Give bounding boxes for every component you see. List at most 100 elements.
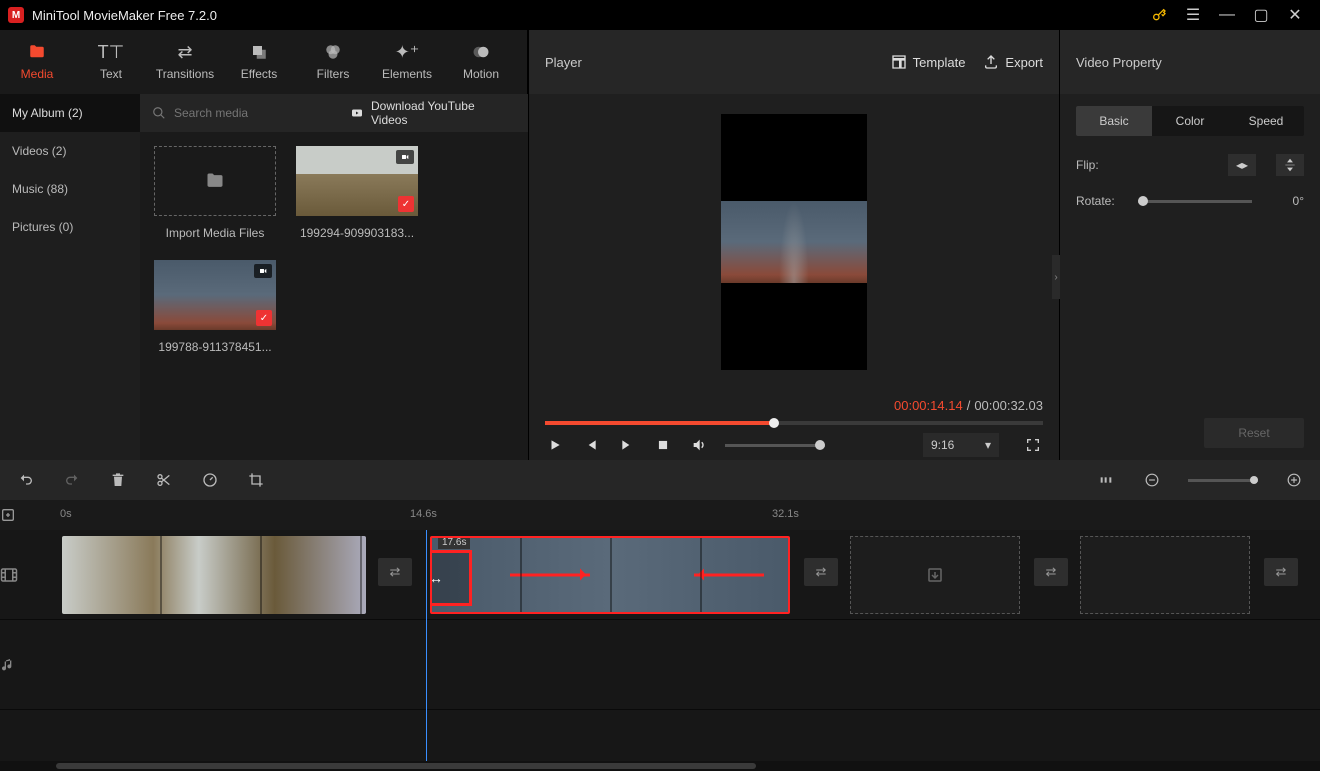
video-badge-icon [396,150,414,164]
player-viewport[interactable] [529,94,1059,390]
undo-button[interactable] [16,470,36,490]
property-header: Video Property [1060,30,1320,94]
media-item[interactable]: ✓ 199788-911378451... [154,260,276,354]
tab-effects[interactable]: Effects [222,30,296,94]
close-button[interactable]: ✕ [1278,0,1312,30]
prev-frame-button[interactable] [581,435,601,455]
app-logo-icon: M [8,7,24,23]
player-panel: 00:00:14.14 / 00:00:32.03 9:16 ▾ [528,94,1060,460]
timeline-toolbar [0,460,1320,500]
import-media-button[interactable]: Import Media Files [154,146,276,240]
app-title: MiniTool MovieMaker Free 7.2.0 [32,8,217,23]
elements-icon: ✦⁺ [395,43,420,61]
license-key-icon[interactable] [1142,0,1176,30]
flip-vertical-button[interactable] [1276,154,1304,176]
tab-elements[interactable]: ✦⁺ Elements [370,30,444,94]
aspect-ratio-dropdown[interactable]: 9:16 ▾ [923,433,999,457]
transition-button[interactable]: ⇄ [378,558,412,586]
clip-duration: 17.6s [438,536,470,549]
add-marker-icon[interactable] [0,507,56,523]
play-button[interactable] [545,435,565,455]
volume-button[interactable] [689,435,709,455]
transition-button[interactable]: ⇄ [804,558,838,586]
chevron-down-icon: ▾ [985,438,991,452]
rotate-slider[interactable] [1138,200,1252,203]
export-button[interactable]: Export [983,54,1043,70]
playhead[interactable] [426,530,427,761]
timeline-clip[interactable] [62,536,366,614]
album-tab[interactable]: My Album (2) [0,94,140,132]
maximize-button[interactable]: ▢ [1244,0,1278,30]
ruler-tick: 14.6s [410,508,437,520]
sidebar-item-videos[interactable]: Videos (2) [0,132,140,170]
motion-icon [472,43,490,61]
menu-icon[interactable]: ☰ [1176,0,1210,30]
clip-placeholder[interactable] [850,536,1020,614]
fullscreen-button[interactable] [1023,435,1043,455]
redo-button[interactable] [62,470,82,490]
speed-button[interactable] [200,470,220,490]
transition-button[interactable]: ⇄ [1034,558,1068,586]
export-icon [983,54,999,70]
property-tab-color[interactable]: Color [1152,106,1228,136]
progress-bar[interactable] [545,421,1043,425]
video-track[interactable]: ⇄ 17.6s ↔ ⇄ ⇄ ⇄ [0,530,1320,620]
transitions-icon: ⇄ [177,43,192,61]
sidebar-item-pictures[interactable]: Pictures (0) [0,208,140,246]
ruler-tick: 32.1s [772,508,799,520]
player-title: Player [545,55,873,70]
volume-slider[interactable] [725,444,825,447]
video-badge-icon [254,264,272,278]
stop-button[interactable] [653,435,673,455]
delete-button[interactable] [108,470,128,490]
search-input[interactable] [174,106,329,120]
tab-text[interactable]: T⊤ Text [74,30,148,94]
trim-handle-annotation: ↔ [430,550,472,606]
transition-button[interactable]: ⇄ [1264,558,1298,586]
timeline: 0s 14.6s 32.1s ⇄ 17.6s ↔ ⇄ ⇄ ⇄ [0,460,1320,771]
media-sidebar: Videos (2) Music (88) Pictures (0) [0,132,140,460]
reset-button[interactable]: Reset [1204,418,1304,448]
sidebar-item-music[interactable]: Music (88) [0,170,140,208]
next-frame-button[interactable] [617,435,637,455]
import-icon [154,146,276,216]
video-track-icon [0,566,56,584]
media-panel: My Album (2) Download YouTube Videos Vid… [0,94,528,460]
flip-horizontal-button[interactable]: ◂▸ [1228,154,1256,176]
top-toolbar: Media T⊤ Text ⇄ Transitions Effects Filt… [0,30,1320,94]
template-button[interactable]: Template [891,54,966,70]
zoom-out-button[interactable] [1142,470,1162,490]
timeline-scrollbar[interactable] [0,761,1320,771]
audio-track[interactable] [0,620,1320,710]
timeline-clip-selected[interactable]: 17.6s ↔ [430,536,790,614]
tab-motion[interactable]: Motion [444,30,518,94]
tab-filters[interactable]: Filters [296,30,370,94]
collapse-handle[interactable]: › [1052,255,1060,299]
rotate-label: Rotate: [1076,194,1126,208]
title-bar: M MiniTool MovieMaker Free 7.2.0 ☰ — ▢ ✕ [0,0,1320,30]
zoom-in-button[interactable] [1284,470,1304,490]
flip-label: Flip: [1076,158,1126,172]
tab-transitions[interactable]: ⇄ Transitions [148,30,222,94]
current-time: 00:00:14.14 [894,398,963,413]
zoom-slider[interactable] [1188,479,1258,482]
tab-media[interactable]: Media [0,30,74,94]
total-time: 00:00:32.03 [974,398,1043,413]
timeline-ruler[interactable]: 0s 14.6s 32.1s [0,500,1320,530]
effects-icon [250,43,268,61]
property-tabs: Basic Color Speed [1076,106,1304,136]
annotation-arrow-icon [694,574,764,577]
media-item[interactable]: ✓ 199294-909903183... [296,146,418,240]
rotate-value: 0° [1264,194,1304,208]
property-tab-speed[interactable]: Speed [1228,106,1304,136]
clip-placeholder[interactable] [1080,536,1250,614]
check-badge-icon: ✓ [398,196,414,212]
minimize-button[interactable]: — [1210,0,1244,30]
download-youtube-button[interactable]: Download YouTube Videos [337,99,516,127]
folder-icon [27,43,47,61]
crop-button[interactable] [246,470,266,490]
search-bar: Download YouTube Videos [140,94,528,132]
property-tab-basic[interactable]: Basic [1076,106,1152,136]
split-button[interactable] [154,470,174,490]
fit-button[interactable] [1096,470,1116,490]
